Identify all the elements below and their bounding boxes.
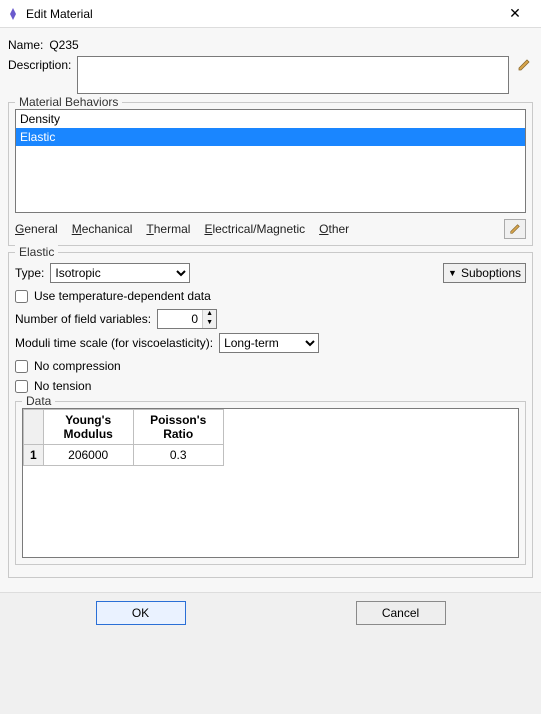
menu-general[interactable]: General bbox=[15, 222, 58, 236]
pencil-icon bbox=[509, 223, 521, 235]
type-select[interactable]: Isotropic bbox=[50, 263, 190, 283]
use-temp-label: Use temperature-dependent data bbox=[34, 289, 211, 303]
ok-button[interactable]: OK bbox=[96, 601, 186, 625]
main-panel: Name: Q235 Description: Material Behavio… bbox=[0, 28, 541, 592]
suboptions-label: Suboptions bbox=[461, 266, 521, 280]
data-table-container: Young'sModulusPoisson'sRatio12060000.3 bbox=[22, 408, 519, 558]
column-header[interactable]: Young'sModulus bbox=[43, 410, 133, 445]
data-cell[interactable]: 206000 bbox=[43, 445, 133, 466]
data-cell[interactable]: 0.3 bbox=[133, 445, 223, 466]
suboptions-button[interactable]: ▼ Suboptions bbox=[443, 263, 526, 283]
type-label: Type: bbox=[15, 266, 44, 280]
type-row: Type: Isotropic ▼ Suboptions bbox=[15, 263, 526, 283]
behaviors-menubar: General Mechanical Thermal Electrical/Ma… bbox=[15, 219, 526, 239]
window-title: Edit Material bbox=[26, 7, 495, 21]
name-value: Q235 bbox=[49, 38, 78, 52]
footer: OK Cancel bbox=[0, 592, 541, 635]
cancel-button[interactable]: Cancel bbox=[356, 601, 446, 625]
table-row[interactable]: 12060000.3 bbox=[24, 445, 224, 466]
elastic-group: Elastic Type: Isotropic ▼ Suboptions Use… bbox=[8, 252, 533, 578]
menu-mechanical[interactable]: Mechanical bbox=[72, 222, 133, 236]
nfv-label: Number of field variables: bbox=[15, 312, 151, 326]
app-icon bbox=[6, 7, 20, 21]
no-tension-label: No tension bbox=[34, 379, 91, 393]
edit-description-button[interactable] bbox=[515, 56, 533, 74]
description-input[interactable] bbox=[77, 56, 509, 94]
no-tension-checkbox[interactable] bbox=[15, 380, 28, 393]
moduli-row: Moduli time scale (for viscoelasticity):… bbox=[15, 333, 526, 353]
menu-thermal[interactable]: Thermal bbox=[146, 222, 190, 236]
name-row: Name: Q235 bbox=[8, 38, 533, 52]
behaviors-list-item[interactable]: Density bbox=[16, 110, 525, 128]
material-behaviors-legend: Material Behaviors bbox=[15, 95, 122, 109]
data-table[interactable]: Young'sModulusPoisson'sRatio12060000.3 bbox=[23, 409, 224, 466]
edit-behavior-button[interactable] bbox=[504, 219, 526, 239]
nfv-spin-up[interactable]: ▲ bbox=[203, 310, 216, 319]
behaviors-list-item[interactable]: Elastic bbox=[16, 128, 525, 146]
use-temp-checkbox[interactable] bbox=[15, 290, 28, 303]
data-legend: Data bbox=[22, 394, 55, 408]
nfv-spinner[interactable]: ▲ ▼ bbox=[157, 309, 217, 329]
no-tension-check[interactable]: No tension bbox=[15, 379, 526, 393]
elastic-legend: Elastic bbox=[15, 245, 58, 259]
name-label: Name: bbox=[8, 38, 43, 52]
no-compression-label: No compression bbox=[34, 359, 121, 373]
data-group: Data Young'sModulusPoisson'sRatio1206000… bbox=[15, 401, 526, 565]
nfv-spin-down[interactable]: ▼ bbox=[203, 319, 216, 328]
moduli-label: Moduli time scale (for viscoelasticity): bbox=[15, 336, 213, 350]
nfv-row: Number of field variables: ▲ ▼ bbox=[15, 309, 526, 329]
behaviors-list[interactable]: DensityElastic bbox=[15, 109, 526, 213]
row-header-blank bbox=[24, 410, 44, 445]
titlebar: Edit Material ✕ bbox=[0, 0, 541, 28]
no-compression-check[interactable]: No compression bbox=[15, 359, 526, 373]
triangle-down-icon: ▼ bbox=[448, 268, 457, 278]
column-header[interactable]: Poisson'sRatio bbox=[133, 410, 223, 445]
menu-electrical[interactable]: Electrical/Magnetic bbox=[204, 222, 305, 236]
row-number: 1 bbox=[24, 445, 44, 466]
pencil-icon bbox=[517, 58, 531, 72]
no-compression-checkbox[interactable] bbox=[15, 360, 28, 373]
description-label: Description: bbox=[8, 58, 71, 72]
menu-other[interactable]: Other bbox=[319, 222, 349, 236]
material-behaviors-group: Material Behaviors DensityElastic Genera… bbox=[8, 102, 533, 246]
description-row: Description: bbox=[8, 56, 533, 94]
nfv-input[interactable] bbox=[158, 310, 202, 328]
close-button[interactable]: ✕ bbox=[495, 5, 535, 22]
moduli-select[interactable]: Long-term bbox=[219, 333, 319, 353]
use-temp-check[interactable]: Use temperature-dependent data bbox=[15, 289, 526, 303]
